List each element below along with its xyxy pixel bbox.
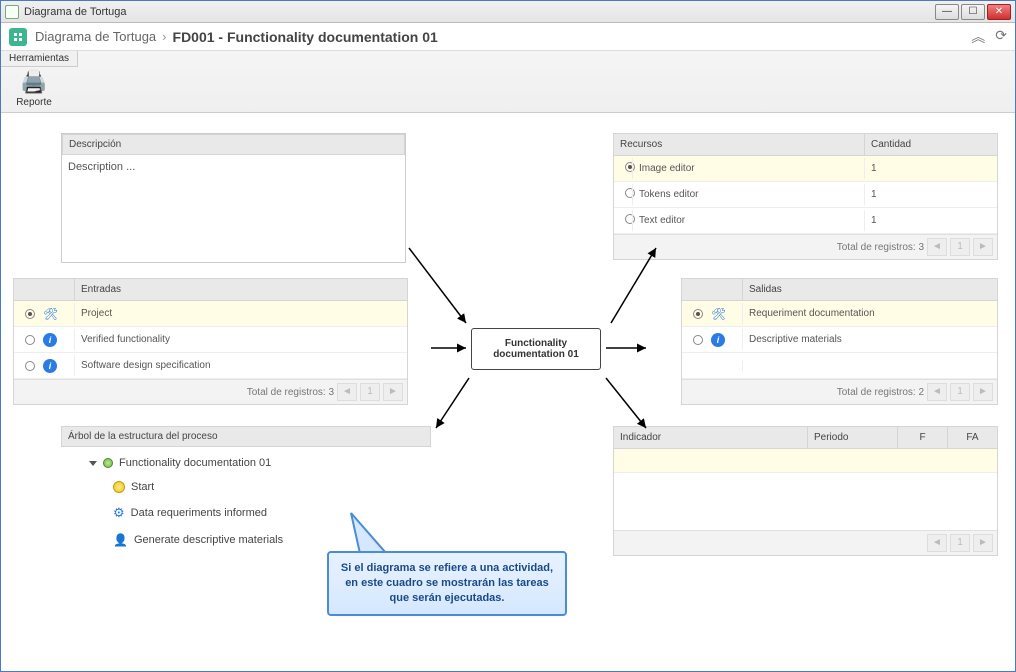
recursos-header-qty: Cantidad: [864, 134, 997, 155]
tree-item-label: Generate descriptive materials: [134, 534, 283, 546]
refresh-icon[interactable]: ⟳: [995, 27, 1007, 47]
recursos-footer: Total de registros: 3: [837, 242, 924, 253]
ribbon-tab-tools[interactable]: Herramientas: [1, 51, 78, 67]
table-row[interactable]: 🛠 Project: [14, 301, 407, 327]
salidas-panel: Salidas 🛠 Requeriment documentation i De…: [681, 278, 998, 405]
table-row[interactable]: i Software design specification: [14, 353, 407, 379]
titlebar: Diagrama de Tortuga — ☐ ✕: [1, 1, 1015, 23]
indicador-header-name: Indicador: [614, 427, 807, 448]
wrench-icon: 🛠: [711, 307, 726, 321]
info-icon: i: [43, 333, 57, 347]
page-next-button[interactable]: ►: [973, 383, 993, 401]
table-row[interactable]: Tokens editor 1: [614, 182, 997, 208]
table-row[interactable]: Image editor 1: [614, 156, 997, 182]
radio-icon[interactable]: [25, 361, 35, 371]
tree-item-label: Start: [131, 481, 154, 493]
salidas-row-name: Descriptive materials: [742, 329, 997, 350]
ribbon: Herramientas 🖨️ Reporte: [1, 51, 1015, 113]
tree-root[interactable]: Functionality documentation 01: [61, 451, 431, 475]
tree-item[interactable]: Start: [61, 475, 431, 499]
salidas-header: Salidas: [742, 279, 997, 300]
recursos-row-name: Image editor: [632, 158, 864, 179]
close-button[interactable]: ✕: [987, 4, 1011, 20]
table-row[interactable]: 🛠 Requeriment documentation: [682, 301, 997, 327]
descripcion-header: Descripción: [62, 134, 405, 155]
maximize-button[interactable]: ☐: [961, 4, 985, 20]
breadcrumb-root[interactable]: Diagrama de Tortuga: [35, 29, 156, 44]
indicador-panel: Indicador Periodo F FA ◄ 1 ►: [613, 426, 998, 556]
workspace: Descripción Description ... Recursos Can…: [1, 113, 1015, 671]
person-icon: 👤: [113, 533, 128, 547]
tree-root-label: Functionality documentation 01: [119, 457, 271, 469]
breadcrumb-current: FD001 - Functionality documentation 01: [173, 29, 438, 45]
salidas-row-name: Requeriment documentation: [742, 303, 997, 324]
page-number: 1: [950, 534, 970, 552]
table-row[interactable]: i Verified functionality: [14, 327, 407, 353]
center-node: Functionality documentation 01: [471, 328, 601, 370]
expand-icon[interactable]: [89, 461, 97, 466]
recursos-panel: Recursos Cantidad Image editor 1 Tokens …: [613, 133, 998, 260]
indicador-header-fa: FA: [947, 427, 997, 448]
radio-icon[interactable]: [25, 309, 35, 319]
app-icon: [5, 5, 19, 19]
radio-icon[interactable]: [693, 309, 703, 319]
page-number: 1: [950, 238, 970, 256]
breadcrumb: Diagrama de Tortuga › FD001 - Functional…: [1, 23, 1015, 51]
page-prev-button[interactable]: ◄: [927, 238, 947, 256]
info-icon: i: [43, 359, 57, 373]
app-window: Diagrama de Tortuga — ☐ ✕ Diagrama de To…: [0, 0, 1016, 672]
wrench-icon: 🛠: [43, 307, 58, 321]
entradas-row-name: Project: [74, 303, 407, 324]
page-number: 1: [360, 383, 380, 401]
report-label: Reporte: [9, 97, 59, 108]
page-next-button[interactable]: ►: [973, 238, 993, 256]
descripcion-body: Description ...: [62, 155, 405, 179]
recursos-row-qty: 1: [864, 158, 997, 179]
page-number: 1: [950, 383, 970, 401]
salidas-footer: Total de registros: 2: [837, 387, 924, 398]
recursos-header-name: Recursos: [614, 134, 864, 155]
report-button[interactable]: 🖨️ Reporte: [9, 69, 59, 108]
indicador-header-periodo: Periodo: [807, 427, 897, 448]
entradas-footer: Total de registros: 3: [247, 387, 334, 398]
recursos-row-name: Tokens editor: [632, 184, 864, 205]
recursos-row-name: Text editor: [632, 210, 864, 231]
descripcion-panel: Descripción Description ...: [61, 133, 406, 263]
page-prev-button[interactable]: ◄: [927, 383, 947, 401]
breadcrumb-separator: ›: [162, 29, 166, 44]
page-prev-button[interactable]: ◄: [927, 534, 947, 552]
table-row[interactable]: i Descriptive materials: [682, 327, 997, 353]
page-next-button[interactable]: ►: [973, 534, 993, 552]
radio-icon[interactable]: [25, 335, 35, 345]
breadcrumb-icon: [9, 28, 27, 46]
start-icon: [113, 481, 125, 493]
entradas-panel: Entradas 🛠 Project i Verified functional…: [13, 278, 408, 405]
info-icon: i: [711, 333, 725, 347]
minimize-button[interactable]: —: [935, 4, 959, 20]
recursos-row-qty: 1: [864, 184, 997, 205]
radio-icon[interactable]: [693, 335, 703, 345]
table-row[interactable]: [614, 449, 997, 473]
window-title: Diagrama de Tortuga: [24, 6, 935, 18]
recursos-row-qty: 1: [864, 210, 997, 231]
callout: Si el diagrama se refiere a una activida…: [327, 551, 567, 616]
page-prev-button[interactable]: ◄: [337, 383, 357, 401]
tree-header: Árbol de la estructura del proceso: [61, 426, 431, 447]
collapse-up-icon[interactable]: ︽: [971, 27, 985, 47]
printer-icon: 🖨️: [9, 69, 59, 95]
salidas-header-blank: [682, 279, 742, 300]
gear-icon: ⚙: [113, 505, 125, 521]
table-row[interactable]: Text editor 1: [614, 208, 997, 234]
entradas-header-blank: [14, 279, 74, 300]
entradas-row-name: Software design specification: [74, 355, 407, 376]
entradas-header: Entradas: [74, 279, 407, 300]
process-icon: [101, 456, 115, 470]
tree-item-label: Data requeriments informed: [131, 507, 267, 519]
page-next-button[interactable]: ►: [383, 383, 403, 401]
entradas-row-name: Verified functionality: [74, 329, 407, 350]
indicador-header-f: F: [897, 427, 947, 448]
